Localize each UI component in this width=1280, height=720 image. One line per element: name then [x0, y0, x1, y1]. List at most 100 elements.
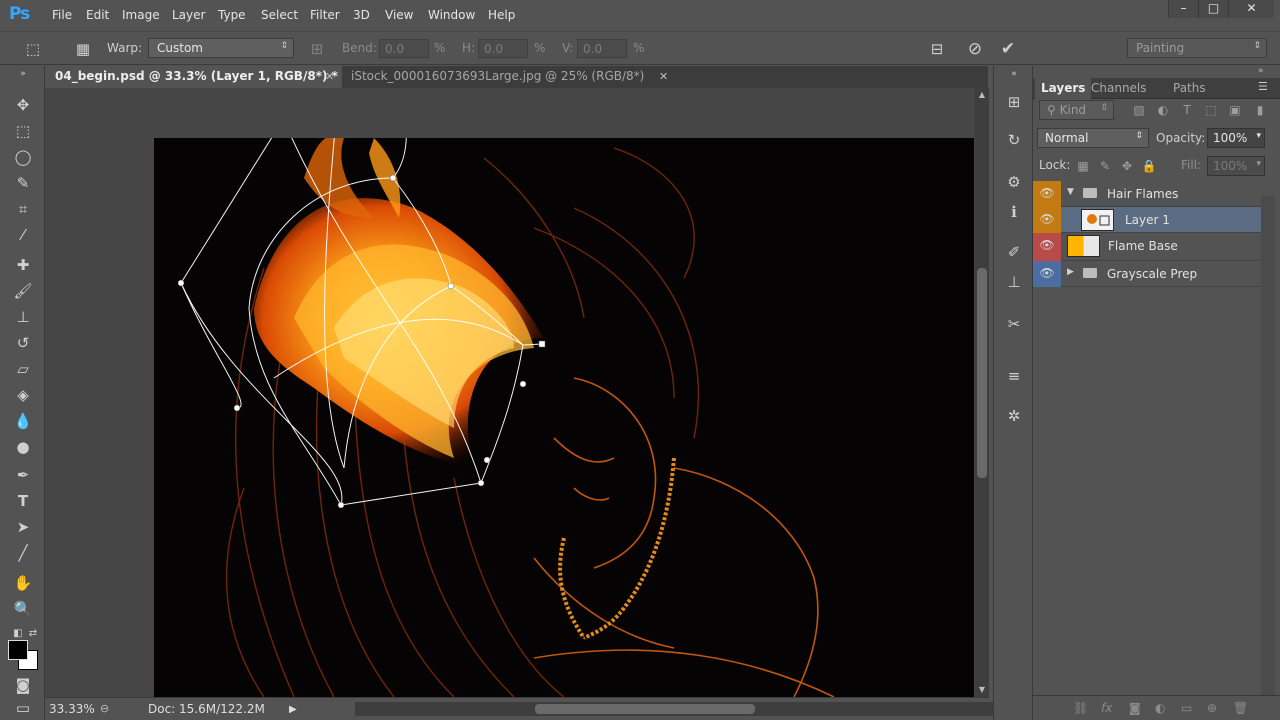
filter-shape-icon[interactable]: ⬚: [1203, 102, 1219, 118]
close-window-button[interactable]: ✕: [1228, 0, 1274, 18]
filter-toggle-icon[interactable]: ▮: [1255, 102, 1265, 118]
filter-adjustment-icon[interactable]: ◐: [1155, 102, 1171, 118]
brush-presets-panel-icon[interactable]: ✐: [1001, 240, 1027, 264]
brush-tool-icon[interactable]: 🖌: [10, 279, 36, 303]
layer-name[interactable]: Grayscale Prep: [1107, 267, 1197, 281]
clone-stamp-tool-icon[interactable]: ⊥: [10, 305, 36, 329]
clone-source-panel-icon[interactable]: ⊥: [1001, 270, 1027, 294]
lock-transparent-icon[interactable]: ▦: [1075, 158, 1091, 174]
toggle-warp-mode-icon[interactable]: ⊟: [926, 38, 948, 60]
zoom-level[interactable]: 33.33%: [49, 702, 95, 716]
screen-mode-icon[interactable]: ▭: [10, 696, 36, 720]
filter-smart-object-icon[interactable]: ▣: [1227, 102, 1243, 118]
workspace-select[interactable]: Painting ⇕: [1127, 38, 1267, 58]
tab-04-begin[interactable]: 04_begin.psd @ 33.3% (Layer 1, RGB/8*) *: [45, 66, 342, 88]
layer-row-layer-1[interactable]: 👁 Layer 1: [1033, 207, 1261, 233]
marquee-tool-icon[interactable]: ⬚: [10, 119, 36, 143]
menu-view[interactable]: View: [385, 8, 413, 22]
filter-type-icon[interactable]: T: [1179, 102, 1195, 118]
history-panel-icon[interactable]: ↻: [1001, 128, 1027, 152]
filter-pixel-icon[interactable]: ▨: [1131, 102, 1147, 118]
lock-all-icon[interactable]: 🔒: [1141, 158, 1157, 174]
minimize-button[interactable]: –: [1168, 0, 1198, 18]
lock-position-icon[interactable]: ✥: [1119, 158, 1135, 174]
scroll-down-icon[interactable]: ▼: [975, 685, 989, 694]
blur-tool-icon[interactable]: 💧: [10, 409, 36, 433]
filter-kind-select[interactable]: ⚲ Kind ⇕: [1039, 100, 1114, 120]
layer-row-grayscale-prep[interactable]: 👁 ▶ Grayscale Prep: [1033, 261, 1261, 287]
menu-file[interactable]: File: [52, 8, 72, 22]
lasso-tool-icon[interactable]: ◯: [10, 145, 36, 169]
chevron-down-icon[interactable]: ▾: [1256, 131, 1261, 141]
history-brush-tool-icon[interactable]: ↺: [10, 331, 36, 355]
visibility-eye-icon[interactable]: 👁: [1033, 207, 1061, 233]
menu-filter[interactable]: Filter: [310, 8, 340, 22]
dodge-tool-icon[interactable]: ●: [10, 435, 36, 459]
info-panel-icon[interactable]: ℹ: [1001, 200, 1027, 224]
type-tool-icon[interactable]: T: [10, 489, 36, 513]
tab-istock[interactable]: iStock_000016073693Large.jpg @ 25% (RGB/…: [341, 66, 676, 88]
warp-style-select[interactable]: Custom ⇕: [148, 38, 294, 58]
reference-point-grid-icon[interactable]: ▦: [72, 38, 94, 60]
visibility-eye-icon[interactable]: 👁: [1033, 261, 1061, 287]
paint-bucket-tool-icon[interactable]: ◈: [10, 383, 36, 407]
menu-edit[interactable]: Edit: [86, 8, 109, 22]
h-field[interactable]: 0.0: [478, 39, 528, 58]
tab-layers[interactable]: Layers: [1035, 78, 1092, 99]
layer-row-hair-flames[interactable]: 👁 ▼ Hair Flames: [1033, 181, 1261, 207]
collapse-panel-icon[interactable]: »: [1258, 66, 1264, 76]
eyedropper-tool-icon[interactable]: ⁄: [10, 223, 36, 247]
lock-image-icon[interactable]: ✎: [1097, 158, 1113, 174]
fill-field[interactable]: 100% ▾: [1207, 156, 1265, 176]
quick-selection-tool-icon[interactable]: ✎: [10, 171, 36, 195]
scroll-thumb[interactable]: [977, 268, 987, 478]
healing-brush-tool-icon[interactable]: ✚: [10, 253, 36, 277]
expand-group-icon[interactable]: ▶: [1067, 267, 1074, 277]
expand-group-icon[interactable]: ▼: [1067, 187, 1074, 197]
path-selection-tool-icon[interactable]: ➤: [10, 515, 36, 539]
status-options-icon[interactable]: ⊖: [100, 702, 109, 715]
crop-tool-icon[interactable]: ⌗: [10, 197, 36, 221]
canvas-area[interactable]: [45, 88, 975, 697]
navigator-panel-icon[interactable]: ⊞: [1001, 90, 1027, 114]
properties-panel-icon[interactable]: ⚙: [1001, 170, 1027, 194]
panel-menu-icon[interactable]: ☰: [1258, 80, 1268, 93]
maximize-button[interactable]: □: [1198, 0, 1228, 18]
hand-tool-icon[interactable]: ✋: [10, 571, 36, 595]
new-group-icon[interactable]: ▭: [1181, 701, 1192, 715]
line-tool-icon[interactable]: ╱: [10, 541, 36, 565]
foreground-color-swatch[interactable]: [8, 640, 28, 660]
trash-icon[interactable]: 🗑: [1233, 701, 1248, 715]
v-field[interactable]: 0.0: [577, 39, 627, 58]
close-tab-icon[interactable]: ✕: [659, 70, 668, 83]
commit-transform-icon[interactable]: ✔: [997, 38, 1019, 60]
layer-row-flame-base[interactable]: 👁 Flame Base: [1033, 233, 1261, 261]
layers-scrollbar[interactable]: [1261, 196, 1275, 696]
menu-image[interactable]: Image: [122, 8, 160, 22]
collapse-panels-icon[interactable]: «: [1001, 68, 1027, 80]
tool-presets-panel-icon[interactable]: ✂: [1001, 312, 1027, 336]
menu-help[interactable]: Help: [488, 8, 515, 22]
layer-name[interactable]: Hair Flames: [1107, 187, 1178, 201]
opacity-field[interactable]: 100% ▾: [1207, 128, 1265, 148]
new-layer-icon[interactable]: ⊕: [1207, 701, 1217, 715]
document-canvas[interactable]: [154, 138, 974, 697]
layer-name[interactable]: Layer 1: [1125, 213, 1170, 227]
adjustments-panel-icon[interactable]: ≡: [1001, 364, 1027, 388]
scroll-up-icon[interactable]: ▲: [975, 90, 989, 99]
close-tab-icon[interactable]: ✕: [325, 70, 334, 83]
menu-layer[interactable]: Layer: [172, 8, 205, 22]
scroll-thumb[interactable]: [535, 704, 755, 714]
actions-panel-icon[interactable]: ✲: [1001, 404, 1027, 428]
horizontal-scrollbar[interactable]: [355, 702, 1015, 716]
adjustment-layer-icon[interactable]: ◐: [1155, 701, 1165, 715]
change-warp-orientation-icon[interactable]: ⊞: [306, 38, 328, 60]
pen-tool-icon[interactable]: ✒: [10, 463, 36, 487]
quick-mask-icon[interactable]: ◙: [10, 673, 36, 697]
add-mask-icon[interactable]: ◙: [1129, 701, 1141, 715]
menu-3d[interactable]: 3D: [353, 8, 370, 22]
move-tool-icon[interactable]: ✥: [10, 93, 36, 117]
visibility-eye-icon[interactable]: 👁: [1033, 181, 1061, 207]
link-layers-icon[interactable]: ⛓: [1073, 701, 1088, 715]
cancel-transform-icon[interactable]: ⊘: [964, 38, 986, 60]
